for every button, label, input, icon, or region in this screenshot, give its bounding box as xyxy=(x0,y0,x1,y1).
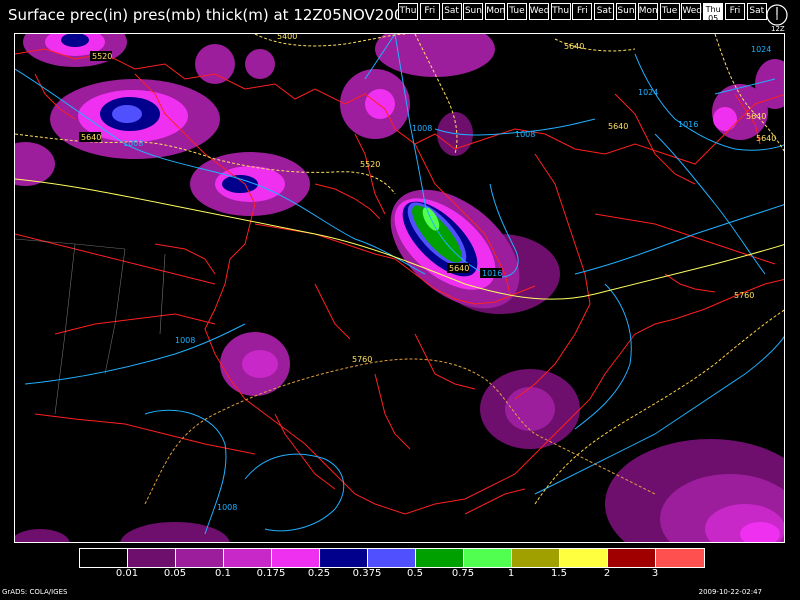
colorbar-swatch xyxy=(512,549,560,567)
day-button[interactable]: Thu xyxy=(398,3,418,20)
day-button[interactable]: Sun xyxy=(463,3,484,20)
thickness-label: 5640 xyxy=(746,112,766,121)
day-selector: Thu Fri Sat Sun Mon Tue Wed Thu Fri Sat Sun Mon Tue W… xyxy=(398,3,769,23)
day-button[interactable]: Tue xyxy=(506,3,527,20)
day-button[interactable]: Tue xyxy=(659,3,680,20)
colorbar-swatch xyxy=(464,549,512,567)
precip-colorbar xyxy=(79,548,705,568)
thickness-label: 5400 xyxy=(277,34,297,41)
colorbar-tick: 2 xyxy=(603,568,611,579)
active-day-label: Thu xyxy=(705,5,721,14)
thickness-label: 5520 xyxy=(92,52,112,61)
thickness-label: 5760 xyxy=(734,291,754,300)
colorbar-swatch xyxy=(416,549,464,567)
colorbar-tick: 1.5 xyxy=(551,568,567,579)
weather-map: 5400 5520 5520 5640 5640 5640 5640 5640 … xyxy=(14,33,785,543)
political-lines xyxy=(15,238,166,415)
day-button[interactable]: Wed xyxy=(528,3,549,20)
clock-label: 12Z xyxy=(771,25,785,33)
colorbar-swatch xyxy=(128,549,176,567)
colorbar-tick: 0.375 xyxy=(352,568,382,579)
day-button[interactable]: Mon xyxy=(637,3,658,20)
day-button[interactable]: Mon xyxy=(485,3,506,20)
thickness-label: 5640 xyxy=(564,42,584,51)
day-button[interactable]: Thu xyxy=(550,3,571,20)
colorbar-swatch xyxy=(80,549,128,567)
thickness-label: 5760 xyxy=(352,355,372,364)
colorbar-swatch xyxy=(656,549,704,567)
colorbar-tick: 0.75 xyxy=(451,568,475,579)
thickness-label: 5640 xyxy=(608,122,628,131)
colorbar-swatch xyxy=(176,549,224,567)
pressure-label: 1008 xyxy=(123,139,143,148)
day-button[interactable]: Fri xyxy=(419,3,440,20)
pressure-label: 1024 xyxy=(638,88,658,97)
day-button[interactable]: Sun xyxy=(615,3,636,20)
pressure-label: 1008 xyxy=(515,130,535,139)
thickness-label: 5520 xyxy=(360,160,380,169)
colorbar-tick: 0.5 xyxy=(407,568,423,579)
pressure-label: 1016 xyxy=(678,120,698,129)
active-day-date: 05 xyxy=(708,14,719,23)
colorbar-swatch xyxy=(224,549,272,567)
colorbar-tick: 0.01 xyxy=(115,568,139,579)
colorbar-swatch xyxy=(320,549,368,567)
pressure-label: 1016 xyxy=(482,269,502,278)
day-button[interactable]: Fri xyxy=(572,3,593,20)
colorbar-tick: 0.1 xyxy=(215,568,231,579)
day-button[interactable]: Thu 05 xyxy=(703,3,724,23)
thickness-label: 5640 xyxy=(756,134,776,143)
pressure-label: 1008 xyxy=(175,336,195,345)
pressure-label: 1024 xyxy=(751,45,771,54)
precip-shading xyxy=(15,34,784,542)
colorbar-tick: 0.05 xyxy=(163,568,187,579)
thickness-label: 5640 xyxy=(449,264,469,273)
software-credit: GrADS: COLA/IGES xyxy=(2,588,68,596)
generation-timestamp: 2009-10-22-02:47 xyxy=(698,588,762,596)
day-button[interactable]: Fri xyxy=(724,3,745,20)
colorbar-tick: 0.175 xyxy=(256,568,286,579)
thickness-label: 5640 xyxy=(81,133,101,142)
map-canvas: 5400 5520 5520 5640 5640 5640 5640 5640 … xyxy=(15,34,784,542)
colorbar-swatch xyxy=(272,549,320,567)
colorbar-tick: 3 xyxy=(651,568,659,579)
colorbar-swatch xyxy=(368,549,416,567)
day-button[interactable]: Sat xyxy=(594,3,615,20)
pressure-label: 1008 xyxy=(412,124,432,133)
colorbar-tick: 1 xyxy=(507,568,515,579)
colorbar-tick: 0.25 xyxy=(307,568,331,579)
colorbar-ticks: 0.01 0.05 0.1 0.175 0.25 0.375 0.5 0.75 1 1.5 2 3 xyxy=(79,568,723,582)
pressure-label: 1008 xyxy=(217,503,237,512)
day-button[interactable]: Wed xyxy=(681,3,702,20)
day-button[interactable]: Sat xyxy=(441,3,462,20)
clock-icon xyxy=(766,4,788,26)
map-title: Surface prec(in) pres(mb) thick(m) at 12… xyxy=(8,6,413,24)
colorbar-swatch xyxy=(560,549,608,567)
colorbar-swatch xyxy=(608,549,656,567)
day-button[interactable]: Sat xyxy=(746,3,767,20)
